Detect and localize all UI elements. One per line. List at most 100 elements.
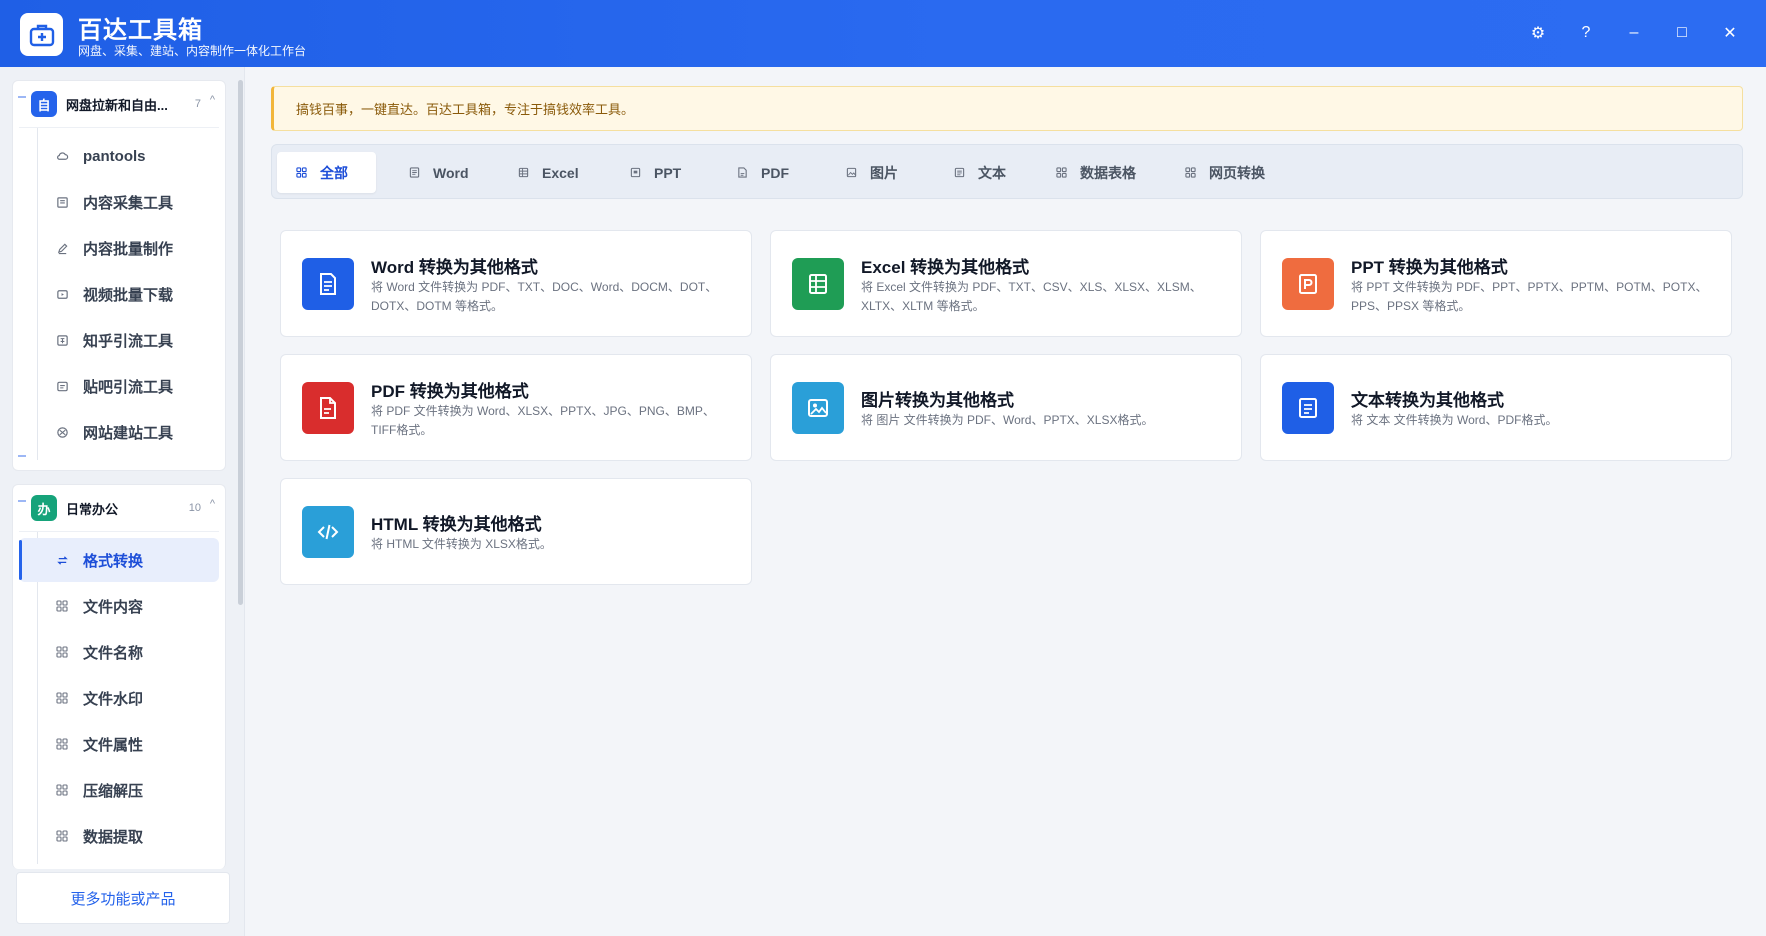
grid-icon bbox=[55, 737, 69, 751]
tab-all[interactable]: 全部 bbox=[277, 152, 376, 193]
collect-icon bbox=[55, 195, 69, 209]
card-image-convert[interactable]: 图片转换为其他格式 将 图片 文件转换为 PDF、Word、PPTX、XLSX格… bbox=[770, 354, 1242, 461]
tab-label: 文本 bbox=[978, 164, 1006, 181]
text-file-icon bbox=[1282, 382, 1334, 434]
title-bar: 百达工具箱 网盘、采集、建站、内容制作一体化工作台 ⚙ ? – □ ✕ bbox=[0, 0, 1766, 67]
card-html-convert[interactable]: HTML 转换为其他格式 将 HTML 文件转换为 XLSX格式。 bbox=[280, 478, 752, 585]
globe-icon bbox=[55, 425, 69, 439]
group-badge: 办 bbox=[31, 495, 57, 521]
group-count: 7 bbox=[194, 98, 201, 110]
sidebar-item-data-extract[interactable]: 数据提取 bbox=[19, 814, 219, 858]
tab-excel[interactable]: Excel bbox=[499, 152, 597, 193]
card-desc: 将 PPT 文件转换为 PDF、PPT、PPTX、PPTM、POTM、POTX、… bbox=[1351, 280, 1708, 313]
card-desc: 将 HTML 文件转换为 XLSX格式。 bbox=[371, 537, 552, 551]
card-desc: 将 Word 文件转换为 PDF、TXT、DOC、Word、DOCM、DOT、D… bbox=[371, 280, 718, 313]
grid-icon bbox=[1184, 167, 1196, 179]
sidebar-item-batch-create[interactable]: 内容批量制作 bbox=[19, 226, 219, 270]
card-title: HTML 转换为其他格式 bbox=[371, 515, 542, 534]
pdf-icon bbox=[736, 167, 748, 179]
sidebar-scrollbar[interactable] bbox=[238, 80, 243, 605]
grid-icon bbox=[55, 829, 69, 843]
card-text-convert[interactable]: 文本转换为其他格式 将 文本 文件转换为 Word、PDF格式。 bbox=[1260, 354, 1732, 461]
pen-icon bbox=[55, 241, 69, 255]
card-title: 文本转换为其他格式 bbox=[1351, 391, 1504, 410]
cloud-icon bbox=[55, 149, 69, 163]
sidebar-item-file-properties[interactable]: 文件属性 bbox=[19, 722, 219, 766]
ppt-slide-icon bbox=[1282, 258, 1334, 310]
grid-icon bbox=[55, 783, 69, 797]
sidebar-item-site-builder[interactable]: 网站建站工具 bbox=[19, 410, 219, 454]
more-products-button[interactable]: 更多功能或产品 bbox=[16, 872, 230, 924]
sidebar-item-label: pantools bbox=[83, 147, 146, 165]
card-desc: 将 图片 文件转换为 PDF、Word、PPTX、XLSX格式。 bbox=[861, 413, 1154, 427]
card-title: 图片转换为其他格式 bbox=[861, 391, 1014, 410]
group-header[interactable]: 办 日常办公 10 ^ bbox=[13, 485, 225, 531]
card-excel-convert[interactable]: Excel 转换为其他格式 将 Excel 文件转换为 PDF、TXT、CSV、… bbox=[770, 230, 1242, 337]
card-desc: 将 文本 文件转换为 Word、PDF格式。 bbox=[1351, 413, 1558, 427]
text-icon bbox=[953, 167, 965, 179]
card-title: Word 转换为其他格式 bbox=[371, 258, 538, 277]
tab-label: 图片 bbox=[870, 164, 898, 181]
card-word-convert[interactable]: Word 转换为其他格式 将 Word 文件转换为 PDF、TXT、DOC、Wo… bbox=[280, 230, 752, 337]
sidebar-group-netdisk: 自 网盘拉新和自由... 7 ^ pantools 内容采集工具 内容批量制作 … bbox=[12, 80, 226, 471]
sidebar-item-label: 网站建站工具 bbox=[83, 424, 174, 442]
sidebar-item-video-download[interactable]: 视频批量下载 bbox=[19, 272, 219, 316]
minimize-button[interactable]: – bbox=[1619, 18, 1649, 48]
maximize-button[interactable]: □ bbox=[1667, 18, 1697, 48]
sidebar-item-label: 数据提取 bbox=[83, 828, 144, 846]
card-pdf-convert[interactable]: PDF 转换为其他格式 将 PDF 文件转换为 Word、XLSX、PPTX、J… bbox=[280, 354, 752, 461]
card-desc: 将 PDF 文件转换为 Word、XLSX、PPTX、JPG、PNG、BMP、T… bbox=[371, 404, 715, 437]
tab-word[interactable]: Word bbox=[390, 152, 487, 193]
help-icon[interactable]: ? bbox=[1571, 18, 1601, 48]
sidebar-item-tieba[interactable]: 贴吧引流工具 bbox=[19, 364, 219, 408]
sidebar-item-file-name[interactable]: 文件名称 bbox=[19, 630, 219, 674]
zhihu-icon bbox=[55, 333, 69, 347]
sidebar-item-file-watermark[interactable]: 文件水印 bbox=[19, 676, 219, 720]
sidebar-item-label: 知乎引流工具 bbox=[83, 332, 174, 350]
sidebar-item-pantools[interactable]: pantools bbox=[19, 134, 219, 178]
card-title: Excel 转换为其他格式 bbox=[861, 258, 1030, 277]
swap-icon bbox=[55, 553, 69, 567]
group-marker bbox=[18, 455, 26, 457]
close-button[interactable]: ✕ bbox=[1715, 18, 1745, 48]
sidebar-item-label: 文件水印 bbox=[83, 690, 144, 708]
sidebar-item-label: 文件属性 bbox=[83, 736, 144, 754]
card-title: PDF 转换为其他格式 bbox=[371, 382, 529, 401]
chevron-up-icon[interactable]: ^ bbox=[210, 94, 215, 106]
doc-icon bbox=[408, 167, 420, 179]
group-marker bbox=[18, 96, 26, 98]
sidebar-item-zhihu[interactable]: 知乎引流工具 bbox=[19, 318, 219, 362]
tab-text[interactable]: 文本 bbox=[935, 152, 1024, 193]
table-icon bbox=[517, 167, 529, 179]
sidebar-item-content-collect[interactable]: 内容采集工具 bbox=[19, 180, 219, 224]
settings-icon[interactable]: ⚙ bbox=[1523, 18, 1553, 48]
grid-icon bbox=[295, 167, 307, 179]
tab-label: 全部 bbox=[320, 164, 348, 181]
notice-banner: 搞钱百事，一键直达。百达工具箱，专注于搞钱效率工具。 bbox=[271, 86, 1743, 131]
tab-pdf[interactable]: PDF bbox=[718, 152, 807, 193]
grid-icon bbox=[55, 645, 69, 659]
sidebar-item-compress[interactable]: 压缩解压 bbox=[19, 768, 219, 812]
group-items: 格式转换 文件内容 文件名称 文件水印 文件属性 压缩解压 数据提取 bbox=[19, 531, 219, 864]
chevron-up-icon[interactable]: ^ bbox=[210, 498, 215, 510]
app-subtitle: 网盘、采集、建站、内容制作一体化工作台 bbox=[78, 44, 307, 58]
grid-icon bbox=[55, 599, 69, 613]
sidebar-item-label: 内容批量制作 bbox=[83, 240, 174, 258]
group-title: 日常办公 bbox=[66, 501, 119, 517]
sidebar-item-file-content[interactable]: 文件内容 bbox=[19, 584, 219, 628]
tab-label: 数据表格 bbox=[1080, 164, 1136, 181]
card-desc: 将 Excel 文件转换为 PDF、TXT、CSV、XLS、XLSX、XLSM、… bbox=[861, 280, 1202, 313]
tab-web-convert[interactable]: 网页转换 bbox=[1166, 152, 1283, 193]
tab-image[interactable]: 图片 bbox=[827, 152, 916, 193]
word-doc-icon bbox=[302, 258, 354, 310]
tab-ppt[interactable]: PPT bbox=[611, 152, 699, 193]
tab-label: PPT bbox=[654, 164, 682, 181]
group-items: pantools 内容采集工具 内容批量制作 视频批量下载 知乎引流工具 贴吧引… bbox=[19, 127, 219, 460]
sidebar-item-label: 文件内容 bbox=[83, 598, 144, 616]
chat-icon bbox=[55, 379, 69, 393]
sidebar-item-format-convert[interactable]: 格式转换 bbox=[19, 538, 219, 582]
card-title: PPT 转换为其他格式 bbox=[1351, 258, 1508, 277]
group-header[interactable]: 自 网盘拉新和自由... 7 ^ bbox=[13, 81, 225, 127]
tab-data-table[interactable]: 数据表格 bbox=[1037, 152, 1154, 193]
card-ppt-convert[interactable]: PPT 转换为其他格式 将 PPT 文件转换为 PDF、PPT、PPTX、PPT… bbox=[1260, 230, 1732, 337]
